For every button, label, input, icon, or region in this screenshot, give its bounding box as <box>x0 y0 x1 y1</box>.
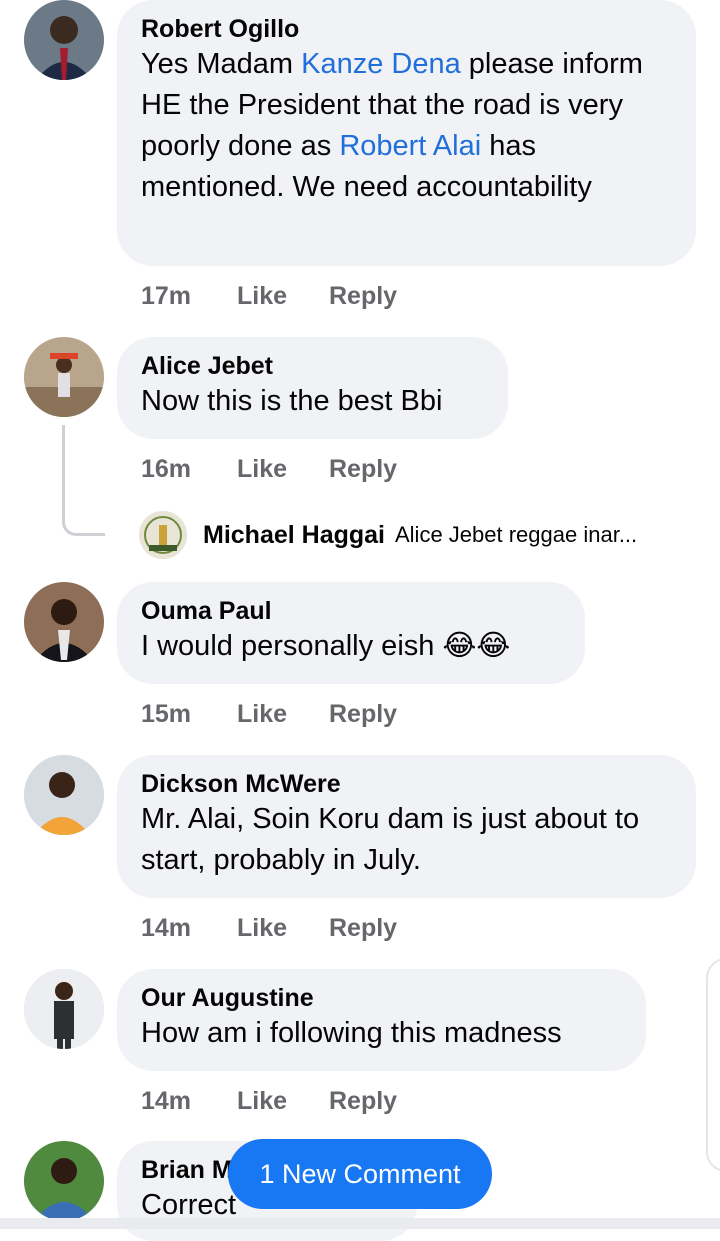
avatar[interactable] <box>24 755 104 835</box>
bottom-divider <box>0 1218 720 1229</box>
comment-time[interactable]: 15m <box>141 700 237 729</box>
reply-preview[interactable]: Michael Haggai Alice Jebet reggae inar..… <box>139 510 637 560</box>
side-panel-edge <box>706 958 720 1172</box>
comment-text: Mr. Alai, Soin Koru dam is just about to… <box>141 803 640 876</box>
new-comment-button[interactable]: 1 New Comment <box>228 1139 492 1209</box>
avatar[interactable] <box>24 0 104 80</box>
avatar[interactable] <box>24 337 104 417</box>
comment-author[interactable]: Our Augustine <box>141 983 622 1013</box>
comment-time[interactable]: 14m <box>141 914 237 943</box>
like-button[interactable]: Like <box>237 455 329 484</box>
reply-thread-line <box>62 425 105 536</box>
reply-button[interactable]: Reply <box>329 282 397 311</box>
comment-author[interactable]: Alice Jebet <box>141 351 484 381</box>
comment-actions: 17m Like Reply <box>141 282 397 311</box>
like-button[interactable]: Like <box>237 914 329 943</box>
comment-time[interactable]: 17m <box>141 282 237 311</box>
avatar[interactable] <box>24 969 104 1049</box>
comment-author[interactable]: Robert Ogillo <box>141 14 672 44</box>
mention-link[interactable]: Kanze Dena <box>301 48 461 80</box>
reply-button[interactable]: Reply <box>329 914 397 943</box>
comment-bubble: Robert Ogillo Yes Madam Kanze Dena pleas… <box>117 0 696 266</box>
comment-bubble: Our Augustine How am i following this ma… <box>117 969 646 1071</box>
comment-actions: 14m Like Reply <box>141 1087 397 1116</box>
comment-actions: 14m Like Reply <box>141 914 397 943</box>
comment-bubble: Alice Jebet Now this is the best Bbi <box>117 337 508 439</box>
reply-text: Alice Jebet reggae inar... <box>395 522 638 547</box>
comment-bubble: Ouma Paul I would personally eish 😂😂 <box>117 582 585 684</box>
laughing-emoji-icon: 😂😂 <box>442 630 511 662</box>
like-button[interactable]: Like <box>237 282 329 311</box>
mention-link[interactable]: Robert Alai <box>339 130 481 162</box>
avatar <box>139 511 187 559</box>
comment-time[interactable]: 14m <box>141 1087 237 1116</box>
reply-button[interactable]: Reply <box>329 1087 397 1116</box>
avatar[interactable] <box>24 582 104 662</box>
comment-author[interactable]: Ouma Paul <box>141 596 561 626</box>
reply-author[interactable]: Michael Haggai <box>203 521 385 550</box>
comment-text: I would personally eish 😂😂 <box>141 630 511 662</box>
comment-text: Now this is the best Bbi <box>141 385 443 417</box>
avatar[interactable] <box>24 1141 104 1221</box>
comment-author[interactable]: Dickson McWere <box>141 769 672 799</box>
reply-button[interactable]: Reply <box>329 700 397 729</box>
comment-text: Yes Madam Kanze Dena please inform HE th… <box>141 48 643 203</box>
comment-text: How am i following this madness <box>141 1017 562 1049</box>
like-button[interactable]: Like <box>237 1087 329 1116</box>
like-button[interactable]: Like <box>237 700 329 729</box>
comment-actions: 16m Like Reply <box>141 455 397 484</box>
comment-time[interactable]: 16m <box>141 455 237 484</box>
comment-bubble: Dickson McWere Mr. Alai, Soin Koru dam i… <box>117 755 696 898</box>
reply-button[interactable]: Reply <box>329 455 397 484</box>
comment-actions: 15m Like Reply <box>141 700 397 729</box>
